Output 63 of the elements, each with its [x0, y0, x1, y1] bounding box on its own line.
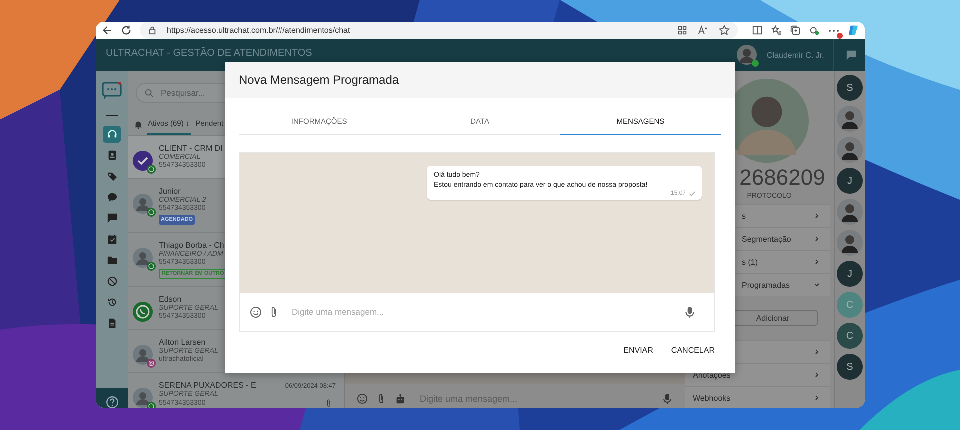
user-avatar[interactable] — [737, 45, 757, 65]
whatsapp-avatar-icon — [133, 302, 153, 322]
contact-name: Edson — [159, 295, 182, 304]
dialog-button[interactable]: ENVIAR — [618, 342, 660, 360]
emoji-icon[interactable] — [357, 393, 368, 405]
microphone-icon[interactable] — [662, 393, 673, 405]
robot-icon[interactable] — [395, 393, 406, 405]
whatsapp-badge-icon — [147, 165, 156, 174]
contact-name: Ailton Larsen — [159, 338, 206, 347]
contact-avatar[interactable]: S — [837, 354, 863, 380]
extension-icon[interactable] — [809, 25, 820, 36]
read-aloud-icon[interactable] — [698, 25, 709, 36]
section-title: Programadas — [742, 280, 792, 290]
chat-icon[interactable] — [846, 50, 857, 60]
refresh-icon[interactable] — [121, 25, 132, 36]
lock-icon — [148, 26, 157, 35]
contact-name: SERENA PUXADORES - E — [159, 381, 256, 390]
contact-name: Junior — [159, 187, 181, 196]
section-title: Webhooks — [693, 394, 732, 402]
section-title: s — [742, 212, 747, 220]
help-icon[interactable] — [106, 396, 118, 408]
collections-icon[interactable] — [790, 25, 801, 36]
grid-icon[interactable] — [677, 25, 688, 36]
contact-name: Thiago Borba - Ch — [159, 241, 224, 250]
section-title: Segmentação — [742, 234, 792, 244]
contact-name: CLIENT - CRM DI — [159, 144, 223, 153]
headset-icon[interactable] — [103, 126, 121, 143]
contact-avatar[interactable]: J — [837, 168, 863, 194]
back-icon[interactable] — [102, 25, 113, 36]
user-name: Claudemir C. Jr. — [767, 50, 826, 60]
favorites-icon[interactable] — [771, 25, 782, 36]
contact-avatar[interactable] — [837, 106, 863, 132]
contact-avatar[interactable]: J — [837, 261, 863, 287]
avatar — [133, 194, 153, 214]
address-bar[interactable]: https://acesso.ultrachat.com.br/#/atendimentos/chat — [140, 22, 738, 39]
instagram-badge-icon — [147, 359, 156, 368]
section-title: Anotações — [693, 370, 732, 380]
section-row[interactable]: Webhooks — [685, 386, 830, 408]
contact-avatar[interactable]: S — [837, 75, 863, 101]
contact-avatar[interactable] — [837, 199, 863, 225]
split-screen-icon[interactable] — [752, 25, 763, 36]
whatsapp-badge-icon — [147, 208, 156, 217]
url-text: https://acesso.ultrachat.com.br/#/atendimentos/chat — [167, 26, 350, 35]
protocol-number: 2686209 — [740, 165, 826, 191]
avatar — [133, 345, 153, 365]
emoji-icon[interactable] — [250, 306, 262, 319]
section-title: s (1) — [742, 258, 759, 266]
contact-avatar[interactable] — [837, 137, 863, 163]
chat-logo-icon[interactable] — [101, 81, 123, 101]
app-title: ULTRACHAT - GESTÃO DE ATENDIMENTOS — [106, 48, 312, 59]
bell-icon[interactable] — [134, 120, 143, 129]
copilot-icon[interactable] — [848, 25, 859, 36]
microphone-icon[interactable] — [684, 306, 696, 319]
dialog-button[interactable]: CANCELAR — [665, 342, 721, 360]
avatar — [133, 248, 153, 268]
contact-avatar[interactable] — [837, 230, 863, 256]
contact-avatar[interactable]: C — [837, 323, 863, 349]
star-icon[interactable] — [719, 25, 730, 36]
check-avatar-icon — [133, 151, 153, 171]
dialog-title: Nova Mensagem Programada — [239, 73, 400, 88]
message-input[interactable]: Digite uma mensagem... — [286, 307, 678, 318]
search-icon — [145, 89, 154, 98]
whatsapp-badge-icon — [147, 262, 156, 271]
